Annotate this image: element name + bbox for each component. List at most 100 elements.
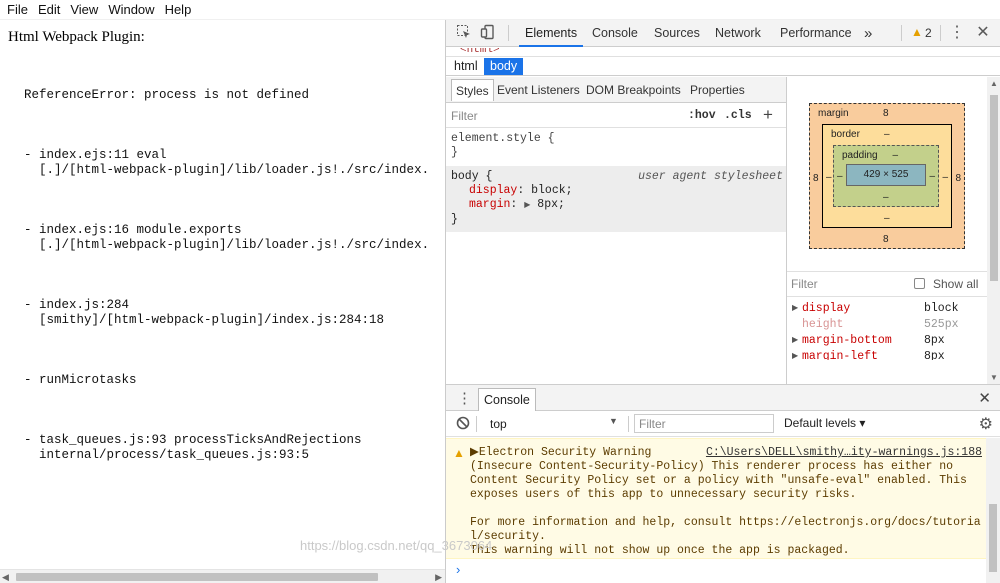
- warning-count[interactable]: 2: [925, 26, 932, 40]
- stack-frame: - index.ejs:16 module.exports [.]/[html-…: [24, 223, 429, 253]
- chevron-down-icon[interactable]: ▼: [609, 416, 618, 426]
- close-drawer-icon[interactable]: ✕: [978, 389, 991, 407]
- watermark: https://blog.csdn.net/qq_3673064: [300, 538, 493, 553]
- stack-frame-path: [.]/[html-webpack-plugin]/lib/loader.js!…: [24, 238, 430, 252]
- stack-frame-path: [.]/[html-webpack-plugin]/lib/loader.js!…: [24, 163, 430, 177]
- scroll-left-icon[interactable]: ◀: [2, 572, 9, 583]
- computed-filter-input[interactable]: [791, 277, 901, 291]
- menu-bar: File Edit View Window Help: [0, 0, 1000, 20]
- declaration-margin[interactable]: margin: ▶ 8px;: [451, 198, 786, 213]
- console-scrollbar[interactable]: [986, 438, 1000, 583]
- drawer-menu-icon[interactable]: ⋮: [457, 389, 472, 407]
- menu-view[interactable]: View: [65, 2, 103, 17]
- log-levels-dropdown[interactable]: Default levels ▾: [784, 416, 865, 430]
- property-name: margin: [469, 198, 511, 211]
- close-icon[interactable]: ✕: [973, 24, 993, 42]
- box-model-margin[interactable]: margin 8 8 8 8 border – – – – padding – …: [809, 103, 965, 249]
- toolbar-separator: [901, 25, 902, 41]
- subtab-event-listeners[interactable]: Event Listeners: [493, 79, 584, 101]
- margin-right-value: 8: [955, 173, 961, 184]
- scroll-down-icon[interactable]: ▼: [990, 373, 998, 382]
- computed-property-row[interactable]: ▶ margin-left 8px: [787, 349, 987, 360]
- warning-icon[interactable]: ▲: [911, 25, 923, 39]
- class-toggle[interactable]: .cls: [724, 109, 752, 122]
- warning-text: ▶Electron Security Warning (Insecure Con…: [470, 446, 981, 557]
- hover-state-toggle[interactable]: :hov: [688, 109, 716, 122]
- box-model-border[interactable]: border – – – – padding – – – – 429 × 525: [822, 124, 952, 228]
- tab-network[interactable]: Network: [709, 20, 767, 47]
- expand-triangle-icon[interactable]: ▶: [524, 201, 530, 210]
- stack-frame: - task_queues.js:93 processTicksAndRejec…: [24, 433, 429, 463]
- box-model-padding[interactable]: padding – – – – 429 × 525: [833, 145, 939, 207]
- property-name: display: [469, 184, 518, 197]
- computed-property-value: 8px: [924, 334, 945, 347]
- computed-property-name: height: [802, 318, 844, 331]
- clear-console-icon[interactable]: [456, 416, 470, 433]
- show-all-label: Show all: [933, 277, 979, 291]
- stack-frame: - runMicrotasks: [24, 373, 429, 388]
- scrollbar-thumb[interactable]: [990, 95, 998, 281]
- vertical-scrollbar[interactable]: ▲ ▼: [987, 77, 1000, 384]
- stack-frame-title: - index.ejs:11 eval: [24, 148, 167, 162]
- inspect-element-icon[interactable]: [454, 24, 474, 42]
- warning-source-link[interactable]: C:\Users\DELL\smithy…ity-warnings.js:188: [706, 446, 982, 459]
- console-settings-gear-icon[interactable]: ⚙: [979, 414, 993, 434]
- computed-property-row[interactable]: height 525px: [787, 317, 987, 333]
- scroll-right-icon[interactable]: ▶: [435, 572, 442, 583]
- console-warning-message[interactable]: ▲ ▶Electron Security Warning (Insecure C…: [446, 438, 987, 559]
- menu-edit[interactable]: Edit: [33, 2, 65, 17]
- expand-triangle-icon[interactable]: ▶: [792, 351, 798, 360]
- computed-property-name: display: [802, 302, 851, 315]
- box-model-content[interactable]: 429 × 525: [846, 164, 926, 186]
- stack-frame: - index.js:284 [smithy]/[html-webpack-pl…: [24, 298, 429, 328]
- dom-tree-peek: <html>: [460, 48, 500, 56]
- scrollbar-thumb[interactable]: [16, 573, 378, 581]
- menu-window[interactable]: Window: [103, 2, 159, 17]
- computed-property-name: margin-left: [802, 350, 878, 360]
- more-tabs-icon[interactable]: »: [858, 20, 878, 47]
- padding-label: padding: [842, 150, 878, 161]
- subtab-styles[interactable]: Styles: [451, 79, 494, 101]
- stack-frame-title: - index.ejs:16 module.exports: [24, 223, 242, 237]
- margin-left-value: 8: [813, 173, 819, 184]
- error-message: ReferenceError: process is not defined: [24, 88, 310, 102]
- subtab-dom-breakpoints[interactable]: DOM Breakpoints: [582, 79, 685, 101]
- computed-property-value: 8px: [924, 350, 945, 360]
- tab-elements[interactable]: Elements: [519, 20, 584, 47]
- scrollbar-thumb[interactable]: [989, 504, 997, 572]
- element-style-rule[interactable]: element.style { }: [446, 132, 786, 166]
- styles-filter-input[interactable]: [451, 108, 651, 124]
- breadcrumb-html[interactable]: html: [448, 58, 484, 75]
- new-rule-icon[interactable]: +: [763, 105, 773, 125]
- menu-help[interactable]: Help: [160, 2, 197, 17]
- drawer-tab-console[interactable]: Console: [478, 388, 536, 412]
- show-all-checkbox[interactable]: [914, 278, 925, 289]
- page-viewport: Html Webpack Plugin: ReferenceError: pro…: [0, 20, 445, 583]
- declaration-display[interactable]: display: block;: [451, 184, 786, 198]
- console-filter-input[interactable]: [634, 414, 774, 433]
- breadcrumb-body[interactable]: body: [484, 58, 524, 75]
- devtools-toolbar: Elements Console Sources Network Perform…: [446, 20, 1000, 47]
- menu-file[interactable]: File: [2, 2, 33, 17]
- drawer-tab-bar: ⋮ Console ✕: [446, 384, 1000, 412]
- expand-triangle-icon[interactable]: ▶: [792, 335, 798, 344]
- property-value: block;: [524, 184, 573, 197]
- computed-panel: margin 8 8 8 8 border – – – – padding – …: [786, 77, 1000, 384]
- toolbar-separator: [628, 416, 629, 432]
- warning-icon: ▲: [453, 446, 465, 460]
- context-selector[interactable]: top: [484, 415, 624, 433]
- computed-property-row[interactable]: ▶ margin-bottom 8px: [787, 333, 987, 349]
- horizontal-scrollbar[interactable]: ◀ ▶: [0, 569, 445, 583]
- expand-triangle-icon[interactable]: ▶: [792, 303, 798, 312]
- border-bottom-value: –: [884, 213, 890, 224]
- console-prompt[interactable]: ›: [456, 562, 460, 577]
- tab-sources[interactable]: Sources: [648, 20, 706, 47]
- computed-property-row[interactable]: ▶ display block: [787, 301, 987, 317]
- page-title: Html Webpack Plugin:: [8, 29, 145, 45]
- kebab-menu-icon[interactable]: ⋮: [947, 24, 967, 42]
- tab-console[interactable]: Console: [586, 20, 644, 47]
- subtab-properties[interactable]: Properties: [686, 79, 749, 101]
- device-toolbar-icon[interactable]: [478, 24, 498, 42]
- scroll-up-icon[interactable]: ▲: [990, 79, 998, 88]
- tab-performance[interactable]: Performance: [774, 20, 858, 47]
